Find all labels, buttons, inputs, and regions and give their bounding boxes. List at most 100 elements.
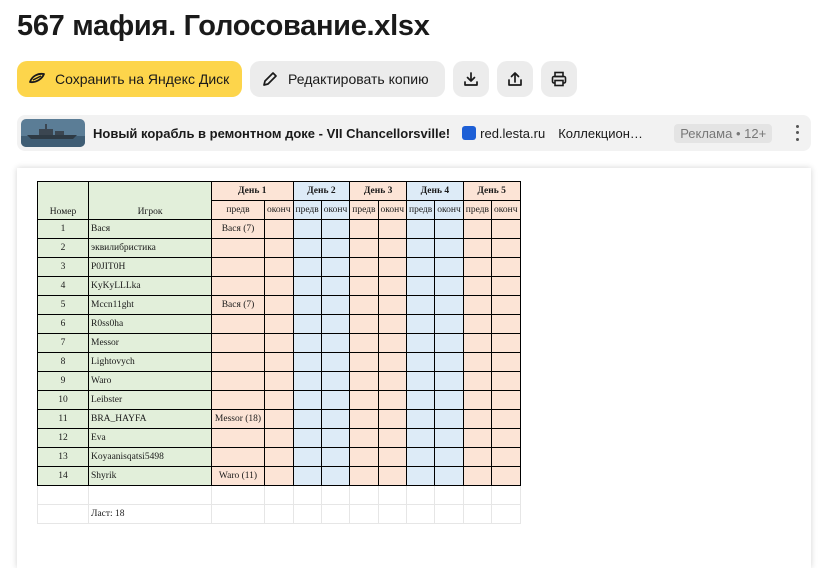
save-to-disk-button[interactable]: Сохранить на Яндекс Диск <box>17 61 242 97</box>
vote-final-day-2[interactable] <box>320 219 351 239</box>
row-player[interactable]: P0JIT0H <box>88 257 212 277</box>
vote-pre-day-2[interactable] <box>292 409 322 429</box>
vote-pre-day-2[interactable] <box>292 333 322 353</box>
vote-pre-day-4[interactable] <box>405 295 436 315</box>
empty-cell[interactable] <box>211 504 265 524</box>
vote-final-day-3[interactable] <box>377 371 407 391</box>
vote-pre-day-1[interactable]: Вася (7) <box>211 219 265 239</box>
vote-pre-day-1[interactable]: Waro (11) <box>211 466 265 486</box>
vote-pre-day-5[interactable] <box>462 333 493 353</box>
more-options-icon[interactable] <box>789 123 805 143</box>
header-pre[interactable]: предв <box>211 200 265 220</box>
vote-final-day-4[interactable] <box>434 238 464 258</box>
vote-pre-day-3[interactable] <box>349 447 379 467</box>
vote-pre-day-1[interactable] <box>211 390 265 410</box>
vote-final-day-4[interactable] <box>434 409 464 429</box>
vote-pre-day-5[interactable] <box>462 409 493 429</box>
vote-final-day-3[interactable] <box>377 447 407 467</box>
vote-pre-day-4[interactable] <box>405 409 436 429</box>
vote-pre-day-2[interactable] <box>292 276 322 296</box>
vote-final-day-3[interactable] <box>377 409 407 429</box>
vote-pre-day-2[interactable] <box>292 371 322 391</box>
vote-final-day-4[interactable] <box>434 466 464 486</box>
vote-pre-day-2[interactable] <box>292 447 322 467</box>
vote-final-day-2[interactable] <box>320 333 351 353</box>
vote-final-day-3[interactable] <box>377 219 407 239</box>
vote-final-day-3[interactable] <box>377 314 407 334</box>
vote-final-day-2[interactable] <box>320 276 351 296</box>
vote-final-day-1[interactable] <box>264 333 294 353</box>
vote-pre-day-5[interactable] <box>462 276 493 296</box>
empty-cell[interactable] <box>292 485 322 505</box>
vote-final-day-2[interactable] <box>320 409 351 429</box>
row-number[interactable]: 12 <box>37 428 89 448</box>
row-player[interactable]: Koyaanisqatsi5498 <box>88 447 212 467</box>
vote-final-day-1[interactable] <box>264 466 294 486</box>
row-player[interactable]: Leibster <box>88 390 212 410</box>
vote-final-day-1[interactable] <box>264 295 294 315</box>
vote-pre-day-3[interactable] <box>349 257 379 277</box>
vote-pre-day-1[interactable]: Вася (7) <box>211 295 265 315</box>
vote-final-day-4[interactable] <box>434 371 464 391</box>
row-player[interactable]: Eva <box>88 428 212 448</box>
empty-cell[interactable] <box>211 485 265 505</box>
vote-final-day-4[interactable] <box>434 447 464 467</box>
row-number[interactable]: 14 <box>37 466 89 486</box>
download-button[interactable] <box>453 61 489 97</box>
header-final[interactable]: оконч <box>377 200 407 220</box>
vote-final-day-1[interactable] <box>264 238 294 258</box>
empty-cell[interactable] <box>264 504 294 524</box>
vote-pre-day-4[interactable] <box>405 390 436 410</box>
vote-final-day-5[interactable] <box>491 257 521 277</box>
vote-pre-day-4[interactable] <box>405 314 436 334</box>
vote-final-day-2[interactable] <box>320 238 351 258</box>
vote-final-day-2[interactable] <box>320 447 351 467</box>
vote-final-day-1[interactable] <box>264 276 294 296</box>
vote-pre-day-3[interactable] <box>349 390 379 410</box>
vote-final-day-1[interactable] <box>264 371 294 391</box>
empty-cell[interactable] <box>37 485 89 505</box>
empty-cell[interactable] <box>37 504 89 524</box>
vote-final-day-2[interactable] <box>320 352 351 372</box>
vote-final-day-1[interactable] <box>264 314 294 334</box>
header-day-2[interactable]: День 2 <box>292 181 351 201</box>
vote-pre-day-1[interactable] <box>211 447 265 467</box>
vote-pre-day-1[interactable] <box>211 428 265 448</box>
vote-final-day-5[interactable] <box>491 276 521 296</box>
header-final[interactable]: оконч <box>491 200 521 220</box>
row-player[interactable]: Waro <box>88 371 212 391</box>
vote-final-day-3[interactable] <box>377 333 407 353</box>
empty-cell[interactable] <box>264 485 294 505</box>
vote-final-day-5[interactable] <box>491 295 521 315</box>
vote-pre-day-4[interactable] <box>405 466 436 486</box>
empty-cell[interactable] <box>462 504 493 524</box>
vote-pre-day-3[interactable] <box>349 295 379 315</box>
row-number[interactable]: 9 <box>37 371 89 391</box>
vote-pre-day-4[interactable] <box>405 333 436 353</box>
print-button[interactable] <box>541 61 577 97</box>
vote-final-day-1[interactable] <box>264 390 294 410</box>
vote-final-day-4[interactable] <box>434 428 464 448</box>
vote-pre-day-2[interactable] <box>292 238 322 258</box>
vote-final-day-3[interactable] <box>377 238 407 258</box>
row-number[interactable]: 4 <box>37 276 89 296</box>
vote-final-day-1[interactable] <box>264 409 294 429</box>
vote-final-day-5[interactable] <box>491 466 521 486</box>
vote-pre-day-1[interactable]: Messor (18) <box>211 409 265 429</box>
header-pre[interactable]: предв <box>462 200 493 220</box>
vote-final-day-2[interactable] <box>320 390 351 410</box>
vote-final-day-5[interactable] <box>491 371 521 391</box>
vote-final-day-4[interactable] <box>434 314 464 334</box>
row-player[interactable]: эквилибристика <box>88 238 212 258</box>
empty-cell[interactable] <box>434 485 464 505</box>
share-button[interactable] <box>497 61 533 97</box>
row-number[interactable]: 8 <box>37 352 89 372</box>
vote-pre-day-1[interactable] <box>211 238 265 258</box>
vote-final-day-3[interactable] <box>377 428 407 448</box>
vote-final-day-5[interactable] <box>491 428 521 448</box>
vote-final-day-2[interactable] <box>320 466 351 486</box>
header-pre[interactable]: предв <box>292 200 322 220</box>
row-player[interactable]: Lightovych <box>88 352 212 372</box>
vote-final-day-2[interactable] <box>320 371 351 391</box>
vote-final-day-5[interactable] <box>491 219 521 239</box>
